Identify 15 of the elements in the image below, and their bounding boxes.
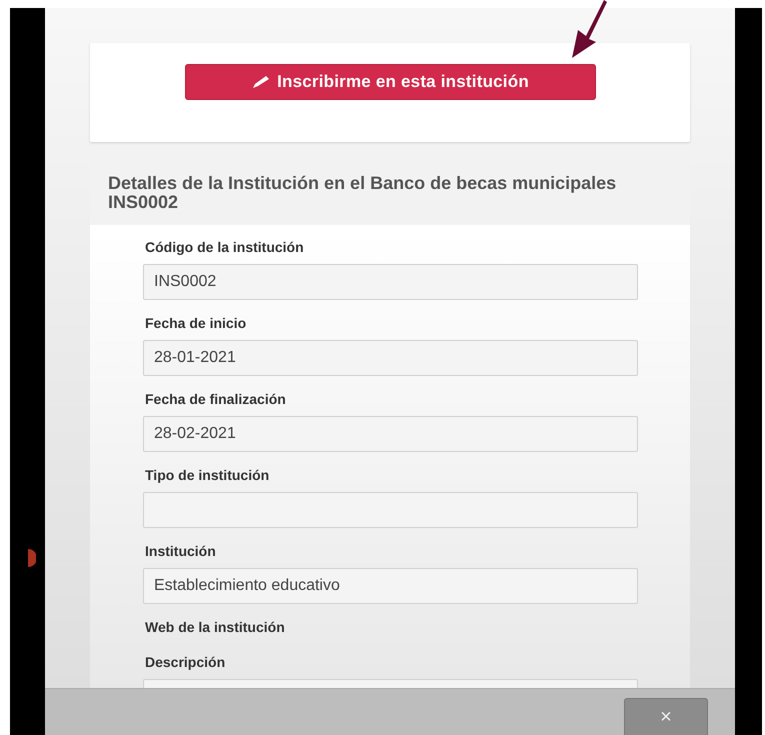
input-field[interactable]: Establecimiento educativo (143, 568, 638, 604)
field-label: Web de la institución (145, 619, 286, 637)
pencil-icon (251, 75, 272, 89)
input-field[interactable]: 28-01-2021 (143, 340, 638, 376)
field-label: Fecha de inicio (145, 315, 248, 333)
card-title: Detalles de la Institución en el Banco de becas municipales INS0002 (108, 174, 618, 212)
field-label: Fecha de finalización (145, 391, 287, 409)
field-label: Descripción (145, 654, 226, 672)
field-label: Código de la institución (145, 239, 305, 257)
enroll-button[interactable]: Inscribirme en esta institución (184, 64, 596, 100)
input-field[interactable]: INS0002 (143, 264, 638, 300)
field-label: Tipo de institución (145, 467, 270, 485)
input-field[interactable] (143, 492, 638, 528)
input-field[interactable]: 28-02-2021 (143, 416, 638, 452)
field-label: Institución (145, 543, 217, 561)
